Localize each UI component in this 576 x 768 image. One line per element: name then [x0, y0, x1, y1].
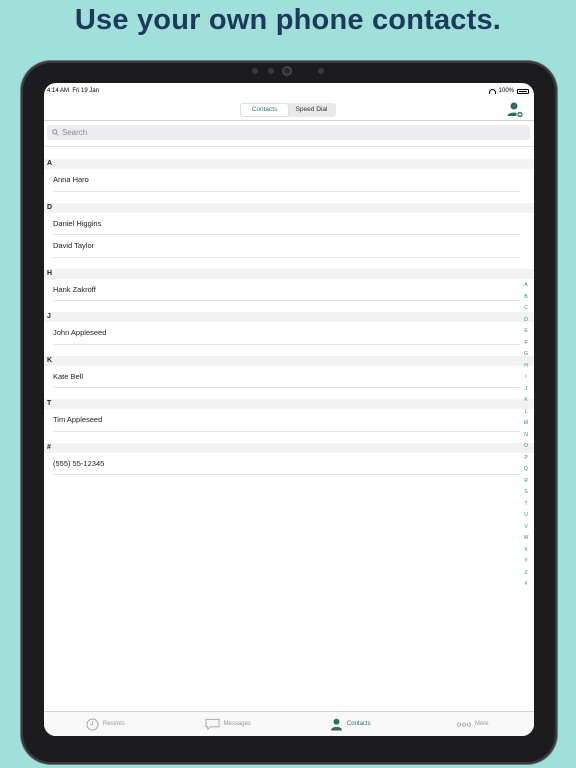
- index-letter[interactable]: #: [525, 579, 528, 591]
- camera-icon: [282, 66, 292, 76]
- tab-label: Contacts: [346, 721, 371, 727]
- section-header: K: [44, 355, 534, 366]
- section-index[interactable]: A B C D E F G H I J K L M N O P Q R S T U V W X Y Z #: [522, 280, 530, 591]
- nav-bar: Contacts Speed Dial: [44, 97, 534, 121]
- index-letter[interactable]: X: [524, 545, 527, 557]
- contact-row[interactable]: John Appleseed: [44, 322, 534, 345]
- index-letter[interactable]: C: [524, 303, 528, 315]
- contact-list: A Anna Haro D Daniel Higgins David Taylor H Ha…: [44, 159, 534, 475]
- tab-label: Messages: [223, 721, 251, 727]
- person-icon: [330, 718, 343, 731]
- segment-speed-dial[interactable]: Speed Dial: [288, 104, 335, 116]
- search-bar[interactable]: [47, 125, 530, 140]
- index-letter[interactable]: Y: [524, 556, 527, 568]
- tab-recents[interactable]: Recents: [44, 712, 167, 736]
- search-input[interactable]: [61, 128, 530, 137]
- tab-bar: Recents Messages Contacts More: [44, 711, 534, 736]
- section-header: D: [44, 202, 534, 213]
- section-gap: [44, 301, 534, 312]
- contact-row[interactable]: Hank Zakroff: [44, 278, 534, 301]
- status-right: 100%: [488, 88, 529, 94]
- index-letter[interactable]: U: [524, 510, 528, 522]
- add-contact-icon[interactable]: [506, 101, 524, 119]
- ipad-frame: 4:14 AM Fri 19 Jan 100% Contacts Speed D…: [21, 61, 557, 764]
- sensor-dot: [268, 68, 274, 74]
- contact-row[interactable]: Tim Appleseed: [44, 409, 534, 432]
- index-letter[interactable]: D: [524, 315, 528, 327]
- status-bar: 4:14 AM Fri 19 Jan 100%: [44, 83, 534, 97]
- index-letter[interactable]: W: [524, 533, 529, 545]
- section-gap: [44, 388, 534, 399]
- section-header: #: [44, 442, 534, 453]
- index-letter[interactable]: K: [524, 395, 527, 407]
- tab-more[interactable]: More: [412, 712, 535, 736]
- segmented-control: Contacts Speed Dial: [240, 103, 336, 117]
- segment-contacts[interactable]: Contacts: [241, 104, 288, 116]
- section-header: H: [44, 268, 534, 279]
- battery-icon: [517, 88, 529, 94]
- index-letter[interactable]: A: [524, 280, 527, 292]
- tab-messages[interactable]: Messages: [167, 712, 290, 736]
- sensor-dot: [318, 68, 324, 74]
- contact-row[interactable]: (555) 55-12345: [44, 452, 534, 475]
- contact-row[interactable]: Kate Bell: [44, 365, 534, 388]
- tab-contacts[interactable]: Contacts: [289, 712, 412, 736]
- section-gap: [44, 344, 534, 356]
- index-letter[interactable]: E: [524, 326, 527, 338]
- clock-icon: [86, 718, 99, 731]
- index-letter[interactable]: F: [524, 338, 527, 350]
- index-letter[interactable]: S: [524, 487, 527, 499]
- contact-row[interactable]: David Taylor: [44, 235, 534, 258]
- section-header: T: [44, 399, 534, 409]
- index-letter[interactable]: O: [524, 441, 528, 453]
- index-letter[interactable]: I: [525, 372, 526, 384]
- section-gap: [44, 431, 534, 443]
- battery-percent: 100%: [498, 88, 514, 94]
- status-date-text: Fri 19 Jan: [72, 88, 100, 94]
- index-letter[interactable]: N: [524, 430, 528, 442]
- headline: Use your own phone contacts.: [74, 4, 502, 36]
- index-letter[interactable]: R: [524, 476, 528, 488]
- status-time-text: 4:14 AM: [47, 88, 70, 94]
- index-letter[interactable]: T: [524, 499, 527, 511]
- index-letter[interactable]: L: [525, 407, 528, 419]
- tab-label: Recents: [102, 721, 125, 727]
- sensor-dot: [252, 68, 258, 74]
- section-gap: [44, 191, 534, 203]
- index-letter[interactable]: V: [524, 522, 527, 534]
- index-letter[interactable]: H: [524, 361, 528, 373]
- section-gap: [44, 257, 534, 269]
- contact-row[interactable]: Daniel Higgins: [44, 212, 534, 235]
- screen: 4:14 AM Fri 19 Jan 100% Contacts Speed D…: [44, 83, 534, 736]
- tab-label: More: [474, 721, 489, 727]
- section-header: J: [44, 312, 534, 322]
- contact-row[interactable]: Anna Haro: [44, 169, 534, 192]
- search-icon: [52, 129, 59, 136]
- index-letter[interactable]: M: [524, 418, 528, 430]
- index-letter[interactable]: Q: [524, 464, 528, 476]
- index-letter[interactable]: G: [524, 349, 528, 361]
- index-letter[interactable]: Z: [524, 568, 527, 580]
- section-header: A: [44, 159, 534, 169]
- wifi-icon: [488, 88, 496, 94]
- index-letter[interactable]: J: [525, 384, 528, 396]
- index-letter[interactable]: P: [524, 453, 527, 465]
- search-container: [44, 121, 534, 147]
- status-time: 4:14 AM Fri 19 Jan: [47, 88, 99, 94]
- more-icon: [456, 721, 471, 727]
- index-letter[interactable]: B: [524, 292, 527, 304]
- message-icon: [205, 718, 220, 730]
